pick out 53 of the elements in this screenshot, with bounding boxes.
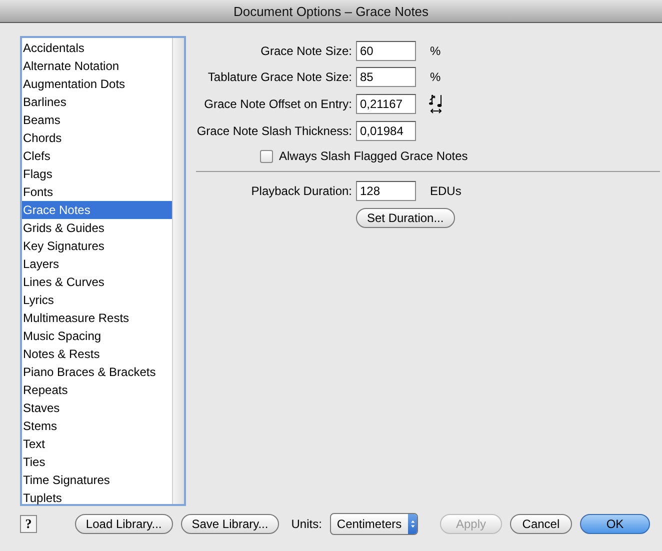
category-item[interactable]: Alternate Notation [22, 57, 172, 75]
category-item[interactable]: Augmentation Dots [22, 75, 172, 93]
category-item[interactable]: Music Spacing [22, 327, 172, 345]
category-item[interactable]: Lines & Curves [22, 273, 172, 291]
units-dropdown[interactable]: Centimeters [330, 512, 418, 534]
grace-note-offset-icon[interactable] [428, 93, 444, 115]
window-title: Document Options – Grace Notes [233, 4, 429, 18]
category-item[interactable]: Piano Braces & Brackets [22, 363, 172, 381]
category-item[interactable]: Flags [22, 165, 172, 183]
set-duration-button[interactable]: Set Duration... [356, 208, 455, 228]
input-field[interactable]: 128 [356, 181, 416, 201]
category-item[interactable]: Chords [22, 129, 172, 147]
field-label: Grace Note Offset on Entry: [203, 97, 352, 111]
input-field[interactable]: 60 [356, 41, 416, 61]
checkbox[interactable] [260, 150, 273, 162]
category-item[interactable]: Staves [22, 399, 172, 417]
library-button[interactable]: Save Library... [180, 514, 280, 534]
field-label: Grace Note Slash Thickness: [196, 124, 352, 138]
category-item[interactable]: Lyrics [22, 291, 172, 309]
field-label: Grace Note Size: [260, 44, 352, 58]
category-item[interactable]: Tuplets [22, 489, 172, 507]
category-item[interactable]: Key Signatures [22, 237, 172, 255]
checkbox-label: Always Slash Flagged Grace Notes [279, 149, 468, 163]
help-button[interactable]: ? [20, 514, 37, 532]
dialog-button[interactable]: Cancel [510, 514, 572, 534]
category-item[interactable]: Barlines [22, 93, 172, 111]
unit-label: EDUs [429, 184, 460, 198]
category-item[interactable]: Notes & Rests [22, 345, 172, 363]
category-item[interactable]: Repeats [22, 381, 172, 399]
input-field[interactable]: 0,01984 [356, 121, 416, 141]
category-item[interactable]: Accidentals [22, 39, 172, 57]
category-item[interactable]: Beams [22, 111, 172, 129]
dialog-button[interactable]: OK [580, 514, 650, 534]
field-label: Playback Duration: [250, 184, 352, 198]
category-item[interactable]: Grids & Guides [22, 219, 172, 237]
category-item[interactable]: Multimeasure Rests [22, 309, 172, 327]
input-field[interactable]: 0,21167 [356, 94, 416, 114]
category-item[interactable]: Clefs [22, 147, 172, 165]
units-label: Units: [291, 516, 322, 530]
library-button[interactable]: Load Library... [74, 514, 173, 534]
category-item[interactable]: Stems [22, 417, 172, 435]
unit-label: % [429, 44, 442, 58]
field-label: Tablature Grace Note Size: [206, 70, 352, 84]
category-item[interactable]: Ties [22, 453, 172, 471]
input-field[interactable]: 85 [356, 67, 416, 87]
scrollbar[interactable] [172, 38, 184, 504]
category-item[interactable]: Layers [22, 255, 172, 273]
unit-label: % [429, 70, 442, 84]
category-item[interactable]: Time Signatures [22, 471, 172, 489]
category-item[interactable]: Fonts [22, 183, 172, 201]
stepper-arrows-icon[interactable] [408, 514, 418, 534]
category-item[interactable]: Grace Notes [22, 201, 172, 219]
category-item[interactable]: Text [22, 435, 172, 453]
